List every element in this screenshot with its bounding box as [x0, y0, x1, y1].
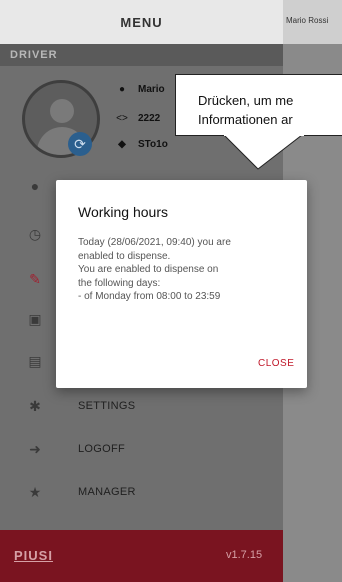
drawer-header: MENU [0, 0, 283, 44]
dialog-body: Today (28/06/2021, 09:40) you are enable… [78, 236, 293, 304]
close-button[interactable]: CLOSE [258, 358, 294, 369]
profile-code-row: <> 2222 [116, 113, 160, 124]
profile-name-row: ● Mario [116, 84, 165, 95]
clock-icon: ◷ [28, 226, 42, 242]
tooltip-text: Drücken, um me Informationen ar [198, 91, 342, 129]
profile-code: 2222 [138, 113, 161, 124]
gear-icon: ✱ [29, 398, 41, 414]
dialog-body-line: the following days: [78, 277, 161, 289]
person-icon: ● [118, 84, 126, 95]
menu-item-label: LOGOFF [78, 443, 126, 455]
dialog-title: Working hours [78, 204, 169, 220]
receipt-icon: ▤ [28, 353, 42, 369]
menu-item-label: SETTINGS [78, 400, 136, 412]
nozzle-icon: ✎ [29, 271, 41, 287]
refresh-icon[interactable]: ⟳ [68, 132, 92, 156]
header-user-name: Mario Rossi [286, 16, 329, 25]
star-icon: ★ [28, 484, 42, 500]
tooltip-line: Informationen ar [198, 112, 293, 127]
help-tooltip[interactable]: Drücken, um me Informationen ar [175, 74, 342, 136]
driver-section-bar: DRIVER [0, 44, 283, 66]
menu-item-settings[interactable]: ✱ SETTINGS [0, 387, 283, 425]
profile-station-row: ◆ STo1o [116, 139, 168, 150]
piusi-logo: PIUSI [14, 548, 53, 563]
section-label: DRIVER [10, 49, 58, 61]
logout-icon: ➜ [29, 441, 41, 457]
dialog-body-line: Today (28/06/2021, 09:40) you are [78, 237, 231, 248]
profile-name: Mario [138, 84, 165, 95]
drawer-footer: PIUSI v1.7.15 [0, 530, 283, 582]
code-icon: <> [116, 113, 128, 124]
menu-item-logoff[interactable]: ➜ LOGOFF [0, 430, 283, 468]
tooltip-line: Drücken, um me [198, 93, 294, 108]
profile-station: STo1o [138, 139, 168, 150]
working-hours-dialog: Working hours Today (28/06/2021, 09:40) … [56, 180, 307, 388]
dialog-body-line: enabled to dispense. [78, 250, 171, 262]
avatar-head [50, 99, 74, 123]
location-pin-icon: ◆ [118, 139, 126, 150]
menu-item-label: MANAGER [78, 486, 136, 498]
dialog-body-line: - of Monday from 08:00 to 23:59 [78, 291, 221, 302]
dialog-body-line: You are enabled to dispense on [78, 264, 219, 275]
drop-icon: ● [30, 178, 40, 194]
fuel-pump-icon: ▣ [28, 311, 42, 327]
drawer-title: MENU [120, 14, 163, 30]
menu-item-manager[interactable]: ★ MANAGER [0, 473, 283, 511]
app-version: v1.7.15 [226, 549, 263, 561]
